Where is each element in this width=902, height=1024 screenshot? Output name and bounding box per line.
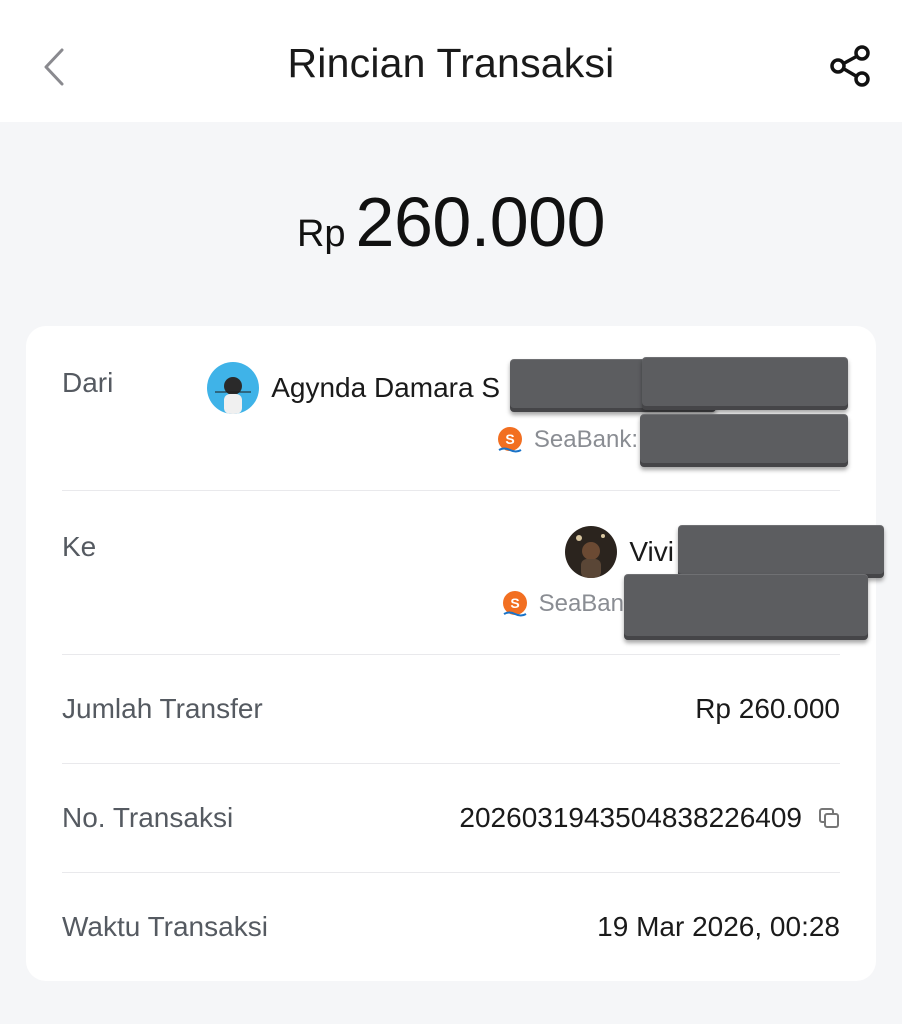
from-label: Dari xyxy=(62,367,114,398)
sender-bank-name: SeaBank: xyxy=(533,426,638,453)
redaction-block xyxy=(678,525,884,578)
seabank-logo-icon: S xyxy=(502,591,527,617)
transaction-number-row: No. Transaksi 2026031943504838226409 xyxy=(62,802,840,842)
amount-currency: Rp xyxy=(296,213,346,255)
from-party: Agynda Damara S xyxy=(207,362,500,414)
transfer-amount-label: Jumlah Transfer xyxy=(62,693,263,724)
to-label: Ke xyxy=(62,531,97,562)
page-title: Rincian Transaksi xyxy=(287,40,615,86)
transaction-number-label: No. Transaksi xyxy=(62,802,234,833)
svg-text:S: S xyxy=(510,595,519,611)
from-bank: S SeaBank: xyxy=(496,426,638,454)
to-bank: S SeaBan xyxy=(501,590,624,618)
transaction-time-row: Waktu Transaksi 19 Mar 2026, 00:28 xyxy=(62,911,840,951)
recipient-avatar xyxy=(565,526,618,578)
transaction-time-value: 19 Mar 2026, 00:28 xyxy=(597,911,840,942)
transfer-amount-row: Jumlah Transfer Rp 260.000 xyxy=(62,693,840,733)
recipient-name: Vivi xyxy=(629,536,674,567)
transaction-number-value: 2026031943504838226409 xyxy=(459,802,802,833)
seabank-logo-icon: S xyxy=(497,427,522,453)
transaction-number: 2026031943504838226409 xyxy=(459,802,840,834)
transaction-detail-card: Dari Agynda Damara S S SeaBank: Ke Vivi … xyxy=(26,326,884,981)
svg-text:S: S xyxy=(505,431,514,447)
recipient-bank-name: SeaBan xyxy=(538,590,624,617)
transaction-time-label: Waktu Transaksi xyxy=(62,911,268,942)
divider xyxy=(62,872,840,873)
share-icon[interactable] xyxy=(826,42,874,90)
amount-value: 260.000 xyxy=(355,183,606,261)
sender-name: Agynda Damara S xyxy=(271,372,500,403)
amount-display: Rp 260.000 xyxy=(0,182,902,262)
divider xyxy=(62,654,840,655)
to-party: Vivi xyxy=(565,526,674,578)
top-bar: Rincian Transaksi xyxy=(0,0,902,122)
redaction-block xyxy=(640,414,848,467)
divider xyxy=(62,763,840,764)
copy-icon[interactable] xyxy=(818,807,840,829)
redaction-block xyxy=(624,574,868,640)
divider xyxy=(62,490,840,491)
transfer-amount-value: Rp 260.000 xyxy=(695,693,840,724)
redaction-block xyxy=(642,357,848,410)
sender-avatar xyxy=(207,362,260,414)
